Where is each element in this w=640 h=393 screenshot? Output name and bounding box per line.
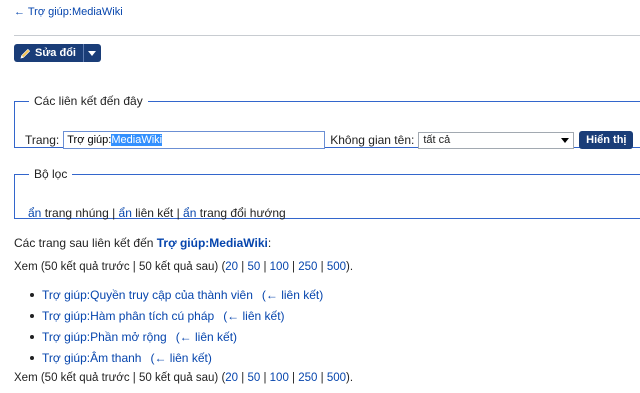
- result-link[interactable]: Trợ giúp:Phần mở rộng: [42, 330, 167, 344]
- results-list: Trợ giúp:Quyền truy cập của thành viên (…: [30, 284, 323, 368]
- intro-prefix: Các trang sau liên kết đến: [14, 236, 157, 250]
- limit-link-250[interactable]: 250: [298, 261, 317, 273]
- limit-link-500[interactable]: 500: [327, 372, 346, 384]
- header-divider: [14, 35, 640, 36]
- intro-text: Các trang sau liên kết đến Trợ giúp:Medi…: [14, 236, 271, 250]
- limit-link-20[interactable]: 20: [225, 261, 238, 273]
- limit-link-100[interactable]: 100: [270, 261, 289, 273]
- list-item: Trợ giúp:Hàm phân tích cú pháp (← liên k…: [30, 305, 323, 326]
- bullet-icon: [30, 355, 34, 360]
- namespace-select-value: tất cả: [423, 134, 451, 146]
- pagination-separator: |: [317, 372, 327, 384]
- filter-legend: Bộ lọc: [34, 167, 68, 181]
- pagination-separator: |: [317, 261, 327, 273]
- namespace-select[interactable]: tất cả: [418, 131, 575, 149]
- edit-button[interactable]: Sửa đổi: [14, 44, 83, 62]
- chevron-down-icon: [88, 50, 97, 56]
- pencil-icon: [20, 48, 31, 58]
- pagination-separator: |: [288, 261, 299, 273]
- limit-link-50[interactable]: 50: [247, 261, 260, 273]
- intro-target-link[interactable]: Trợ giúp:MediaWiki: [157, 236, 268, 250]
- edit-button-label: Sửa đổi: [35, 47, 76, 59]
- page-label: Trang:: [25, 133, 60, 147]
- limit-link-250[interactable]: 250: [298, 372, 317, 384]
- result-link[interactable]: Trợ giúp:Hàm phân tích cú pháp: [42, 309, 214, 323]
- list-item: Trợ giúp:Quyền truy cập của thành viên (…: [30, 284, 323, 305]
- pagination-prefix: Xem (50 kết quả trước | 50 kết quả sau) …: [14, 372, 226, 384]
- pagination-top: Xem (50 kết quả trước | 50 kết quả sau) …: [14, 261, 353, 273]
- pagination-suffix: ).: [346, 261, 354, 273]
- page-input[interactable]: Trợ giúp: MediaWiki: [63, 131, 326, 149]
- links-here-legend: Các liên kết đến đây: [34, 94, 143, 108]
- hide-links-link[interactable]: ẩn: [119, 206, 132, 220]
- intro-target-label: Trợ giúp:MediaWiki: [156, 236, 268, 250]
- result-link[interactable]: Trợ giúp:Quyền truy cập của thành viên: [42, 288, 253, 302]
- links-text: liên kết |: [131, 206, 184, 220]
- limit-link-50[interactable]: 50: [247, 372, 260, 384]
- intro-colon: :: [267, 236, 272, 250]
- bullet-icon: [30, 334, 34, 339]
- limit-link-20[interactable]: 20: [225, 372, 238, 384]
- hide-redirects-link[interactable]: ẩn: [183, 206, 196, 220]
- redirects-text: trang đổi hướng: [196, 206, 286, 220]
- pagination-suffix: ).: [346, 372, 354, 384]
- list-item: Trợ giúp:Âm thanh (← liên kết): [30, 347, 323, 368]
- result-link[interactable]: Trợ giúp:Âm thanh: [42, 351, 141, 365]
- show-button[interactable]: Hiển thị: [579, 131, 634, 149]
- whatlinkshere-link[interactable]: (← liên kết): [262, 288, 323, 302]
- limit-link-500[interactable]: 500: [327, 261, 346, 273]
- hide-transclusions-link[interactable]: ẩn: [28, 206, 41, 220]
- pagination-separator: |: [260, 261, 270, 273]
- filter-options: ẩn trang nhúng | ẩn liên kết | ẩn trang …: [28, 206, 286, 220]
- bullet-icon: [30, 292, 34, 297]
- back-link[interactable]: ← Trợ giúp:MediaWiki: [14, 6, 123, 18]
- bullet-icon: [30, 313, 34, 318]
- pagination-separator: |: [288, 372, 299, 384]
- whatlinkshere-link[interactable]: (← liên kết): [223, 309, 284, 323]
- page-input-prefix: Trợ giúp:: [67, 134, 112, 146]
- transclusions-text: trang nhúng |: [41, 206, 119, 220]
- page-input-selected-text: MediaWiki: [111, 134, 163, 146]
- dropdown-arrow-icon: [561, 137, 570, 143]
- filter-fieldset: Bộ lọc ẩn trang nhúng | ẩn liên kết | ẩn…: [14, 167, 640, 220]
- pagination-prefix: Xem (50 kết quả trước | 50 kết quả sau) …: [14, 261, 226, 273]
- pagination-bottom: Xem (50 kết quả trước | 50 kết quả sau) …: [14, 372, 353, 384]
- limit-link-100[interactable]: 100: [270, 372, 289, 384]
- list-item: Trợ giúp:Phần mở rộng (← liên kết): [30, 326, 323, 347]
- whatlinkshere-link[interactable]: (← liên kết): [150, 351, 211, 365]
- pagination-separator: |: [260, 372, 270, 384]
- namespace-label: Không gian tên:: [330, 133, 415, 147]
- edit-dropdown-button[interactable]: [82, 44, 101, 62]
- links-here-fieldset: Các liên kết đến đây Trang: Trợ giúp: Med…: [14, 94, 640, 149]
- edit-button-group: Sửa đổi: [14, 44, 101, 62]
- whatlinkshere-link[interactable]: (← liên kết): [176, 330, 237, 344]
